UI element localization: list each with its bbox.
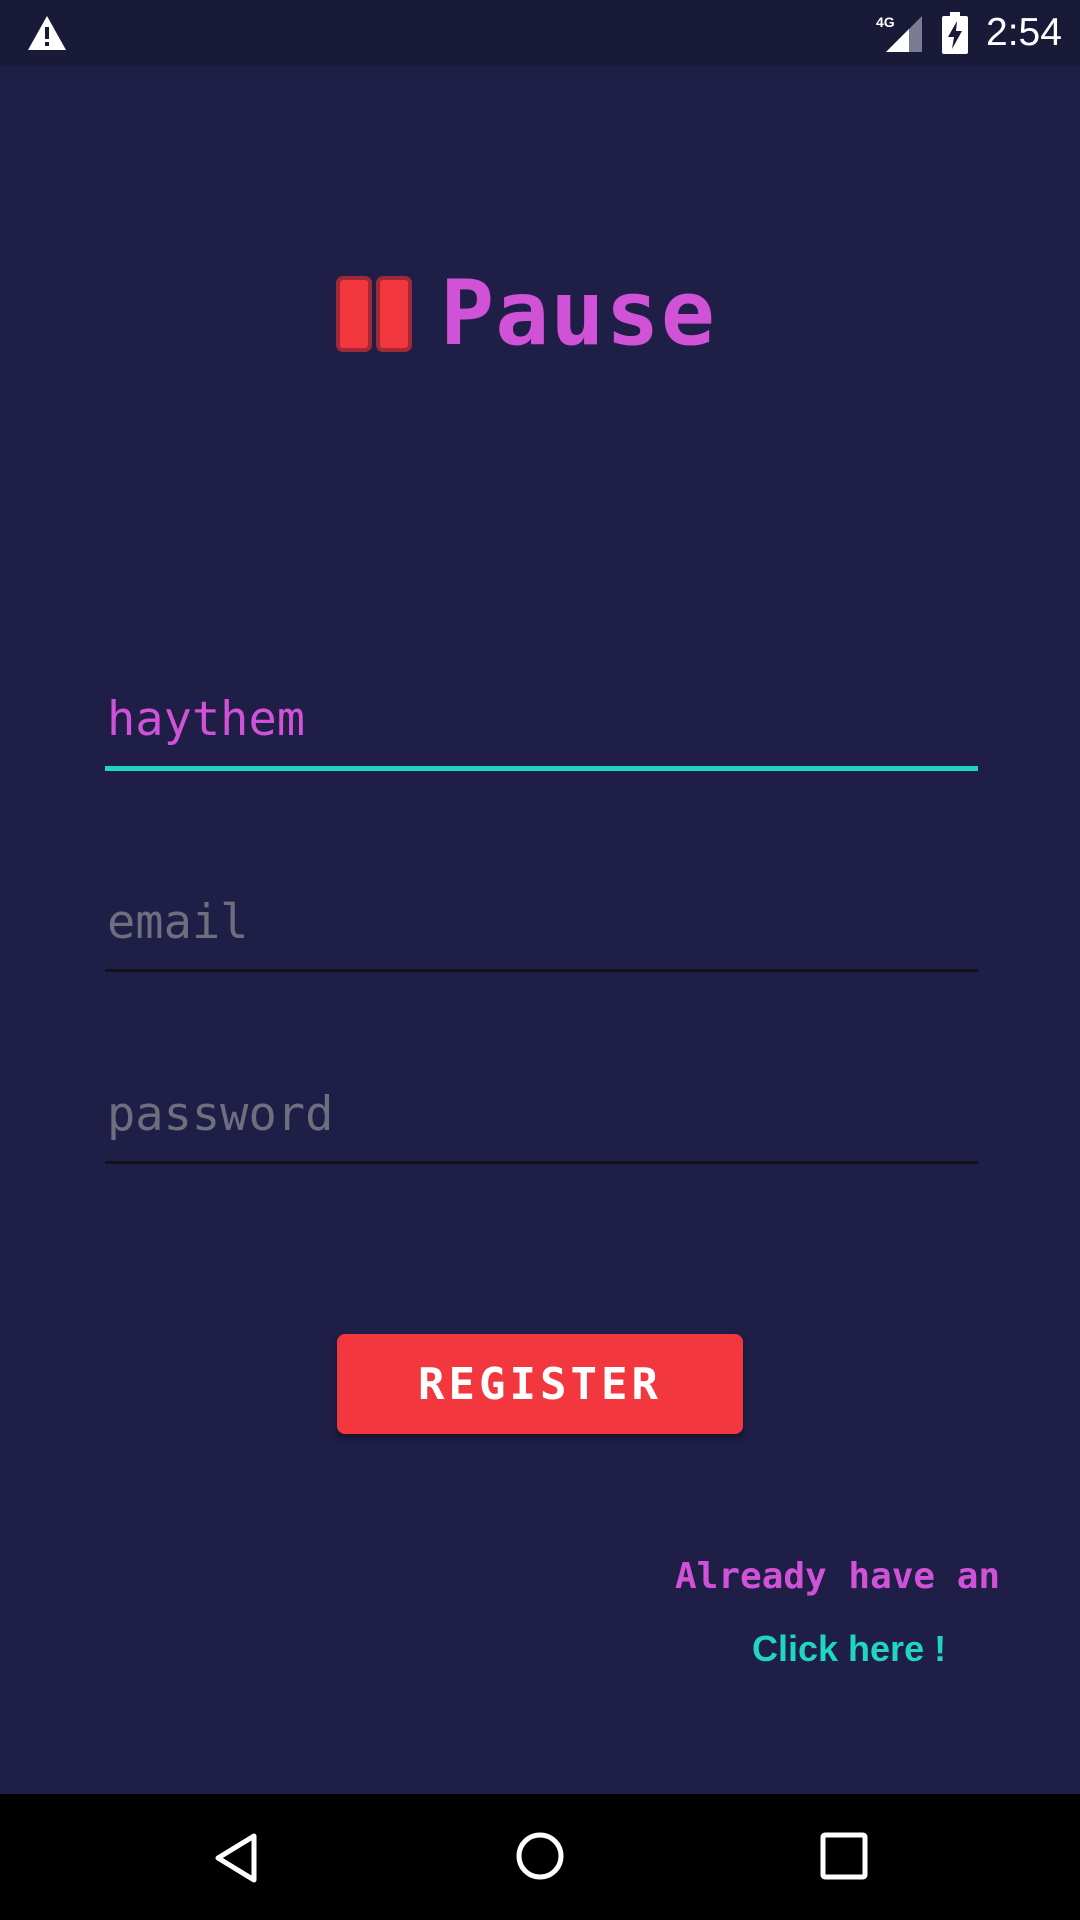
- password-underline: [105, 1161, 978, 1164]
- back-icon[interactable]: [210, 1830, 266, 1886]
- battery-charging-icon: [942, 12, 968, 54]
- already-have-account-text: Already have an: [675, 1556, 1001, 1597]
- signal-icon: 4G: [876, 14, 922, 52]
- username-underline: [105, 766, 978, 771]
- password-field[interactable]: password: [105, 1085, 978, 1165]
- password-placeholder: password: [107, 1087, 334, 1142]
- status-bar: 4G 2:54: [0, 0, 1080, 66]
- app-logo: Pause: [336, 262, 716, 366]
- app-title: Pause: [440, 261, 716, 366]
- navigation-bar: [0, 1794, 1080, 1920]
- status-time: 2:54: [986, 11, 1062, 54]
- warning-icon: [28, 16, 66, 50]
- click-here-link[interactable]: Click here !: [752, 1624, 946, 1674]
- username-field[interactable]: haythem: [105, 690, 978, 772]
- recents-icon[interactable]: [818, 1830, 870, 1882]
- username-value: haythem: [107, 692, 306, 747]
- pause-icon: [336, 276, 412, 352]
- email-field[interactable]: email: [105, 893, 978, 973]
- email-placeholder: email: [107, 895, 249, 950]
- register-button-label: REGISTER: [418, 1358, 662, 1410]
- home-icon[interactable]: [512, 1828, 568, 1884]
- email-underline: [105, 969, 978, 972]
- network-type-label: 4G: [876, 14, 895, 30]
- register-button[interactable]: REGISTER: [337, 1334, 743, 1434]
